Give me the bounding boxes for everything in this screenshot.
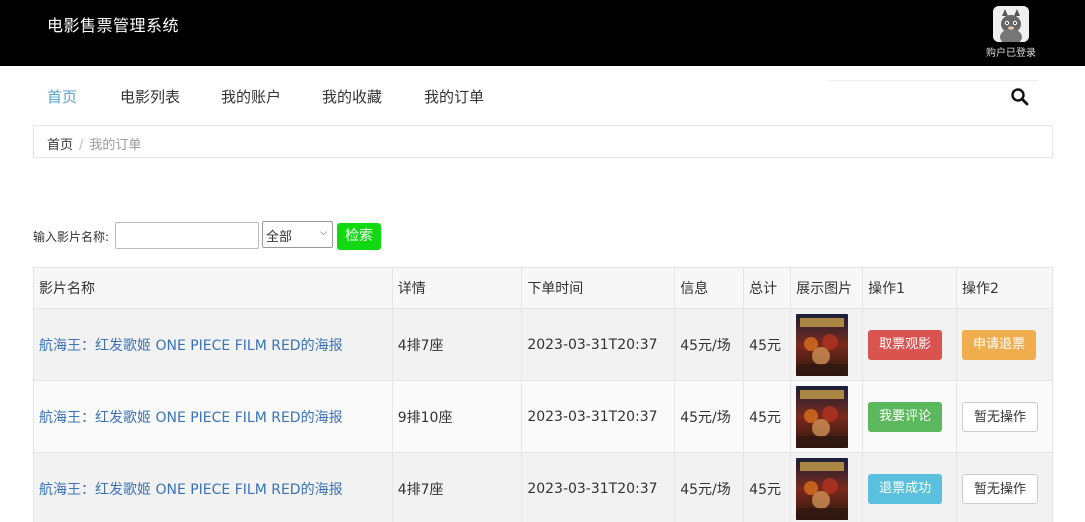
order-time-cell: 2023-03-31T20:37 — [521, 308, 676, 381]
write-review-button[interactable]: 我要评论 — [868, 401, 943, 432]
nav-item-my-orders[interactable]: 我的订单 — [424, 86, 484, 107]
table-header-row: 影片名称 详情 下单时间 信息 总计 展示图片 操作1 操作2 — [33, 267, 1053, 309]
nav-item-my-account[interactable]: 我的账户 — [221, 86, 281, 107]
filter-label: 输入影片名称: — [33, 230, 110, 244]
search-icon[interactable] — [1010, 87, 1030, 107]
op1-cell: 退票成功 — [862, 452, 958, 522]
nav-item-movie-list[interactable]: 电影列表 — [120, 86, 180, 107]
movie-poster — [796, 385, 849, 448]
breadcrumb: 首页 / 我的订单 — [33, 125, 1053, 158]
breadcrumb-separator: / — [79, 138, 84, 153]
op2-cell: 暂无操作 — [956, 380, 1053, 453]
seat-detail-cell: 9排10座 — [391, 380, 523, 453]
total-cell: 45元 — [743, 308, 792, 381]
top-header: 电影售票管理系统 购户已登录 — [0, 0, 1085, 66]
poster-cell — [790, 452, 864, 522]
column-header: 详情 — [391, 267, 523, 309]
column-header: 总计 — [743, 267, 792, 309]
table-row: 航海王：红发歌姬 ONE PIECE FILM RED的海报 4排7座 2023… — [33, 308, 1053, 381]
op1-cell: 我要评论 — [862, 380, 958, 453]
order-time-cell: 2023-03-31T20:37 — [521, 452, 676, 522]
column-header: 影片名称 — [33, 267, 393, 309]
total-cell: 45元 — [743, 452, 792, 522]
column-header: 下单时间 — [521, 267, 676, 309]
movie-name-cell: 航海王：红发歌姬 ONE PIECE FILM RED的海报 — [33, 380, 393, 453]
op1-cell: 取票观影 — [862, 308, 958, 381]
op2-cell: 暂无操作 — [956, 452, 1053, 522]
request-refund-button[interactable]: 申请退票 — [962, 329, 1037, 360]
breadcrumb-current: 我的订单 — [89, 138, 142, 153]
movie-poster — [796, 457, 849, 520]
price-info-cell: 45元/场 — [674, 308, 745, 381]
column-header: 展示图片 — [790, 267, 864, 309]
nav-item-my-favorites[interactable]: 我的收藏 — [322, 86, 382, 107]
site-brand: 电影售票管理系统 — [47, 16, 180, 35]
search-input[interactable] — [828, 81, 1003, 112]
column-header: 操作1 — [862, 267, 958, 309]
main-nav: 首页 电影列表 我的账户 我的收藏 我的订单 — [0, 66, 1085, 124]
table-row: 航海王：红发歌姬 ONE PIECE FILM RED的海报 4排7座 2023… — [33, 452, 1053, 522]
search-button[interactable]: 检索 — [337, 223, 381, 250]
chevron-down-icon: ⌵ — [320, 228, 327, 238]
column-header: 信息 — [674, 267, 745, 309]
movie-name-cell: 航海王：红发歌姬 ONE PIECE FILM RED的海报 — [33, 452, 393, 522]
seat-detail-cell: 4排7座 — [391, 452, 523, 522]
op2-cell: 申请退票 — [956, 308, 1053, 381]
total-cell: 45元 — [743, 380, 792, 453]
no-action-button[interactable]: 暂无操作 — [962, 401, 1039, 432]
refund-success-button[interactable]: 退票成功 — [868, 473, 943, 504]
table-row: 航海王：红发歌姬 ONE PIECE FILM RED的海报 9排10座 202… — [33, 380, 1053, 453]
search-box — [828, 80, 1038, 112]
order-time-cell: 2023-03-31T20:37 — [521, 380, 676, 453]
user-status-label: 购户已登录 — [986, 48, 1036, 59]
orders-table: 影片名称 详情 下单时间 信息 总计 展示图片 操作1 操作2 航海王：红发歌姬… — [33, 267, 1053, 522]
movie-poster — [796, 313, 849, 376]
status-select[interactable]: 全部 ⌵ — [262, 221, 333, 248]
price-info-cell: 45元/场 — [674, 380, 745, 453]
price-info-cell: 45元/场 — [674, 452, 745, 522]
pickup-ticket-button[interactable]: 取票观影 — [868, 329, 943, 360]
cat-avatar-icon[interactable] — [993, 6, 1029, 42]
poster-cell — [790, 308, 864, 381]
poster-cell — [790, 380, 864, 453]
breadcrumb-home[interactable]: 首页 — [47, 138, 73, 153]
movie-link[interactable]: 航海王：红发歌姬 ONE PIECE FILM RED的海报 — [39, 482, 343, 498]
status-select-value: 全部 — [266, 230, 293, 245]
movie-name-cell: 航海王：红发歌姬 ONE PIECE FILM RED的海报 — [33, 308, 393, 381]
seat-detail-cell: 4排7座 — [391, 308, 523, 381]
movie-link[interactable]: 航海王：红发歌姬 ONE PIECE FILM RED的海报 — [39, 338, 343, 354]
no-action-button[interactable]: 暂无操作 — [962, 473, 1039, 504]
column-header: 操作2 — [956, 267, 1053, 309]
nav-item-home[interactable]: 首页 — [47, 86, 77, 107]
movie-link[interactable]: 航海王：红发歌姬 ONE PIECE FILM RED的海报 — [39, 410, 343, 426]
movie-name-input[interactable] — [115, 222, 259, 249]
user-account[interactable]: 购户已登录 — [976, 6, 1046, 62]
